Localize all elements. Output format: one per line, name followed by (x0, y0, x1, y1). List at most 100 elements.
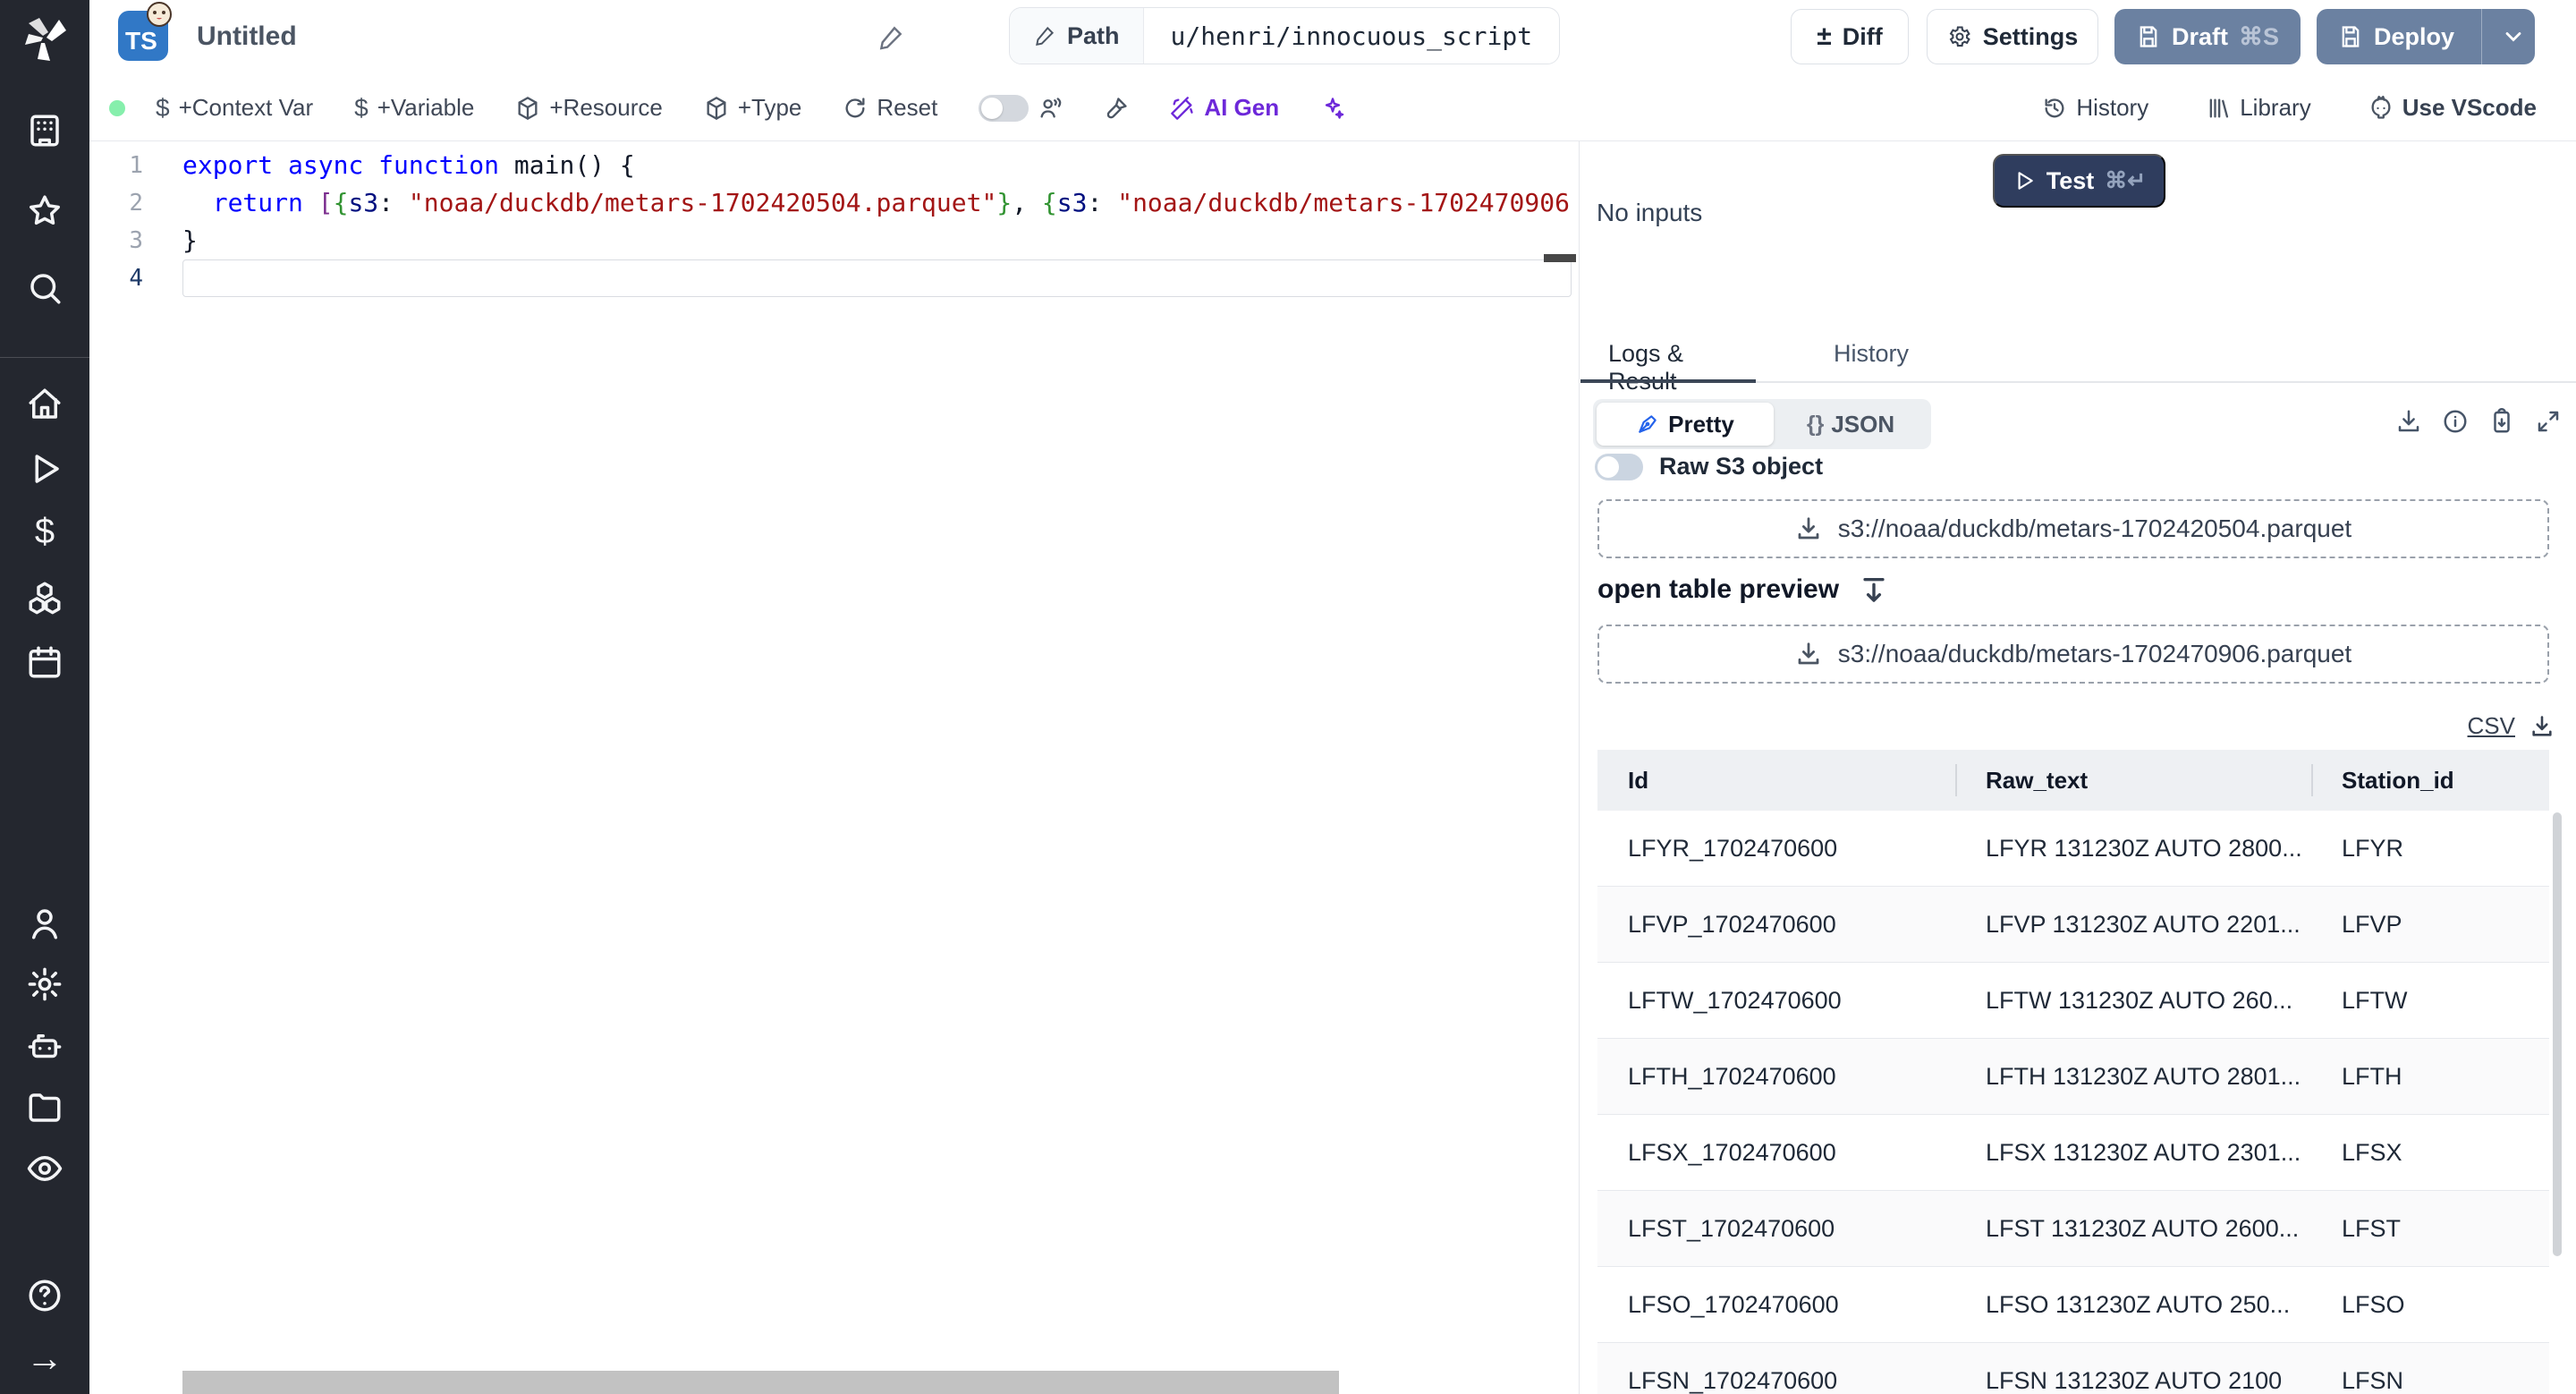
code-content[interactable]: export async function main() { return [{… (182, 147, 1572, 297)
s3-file-download-button[interactable]: s3://noaa/duckdb/metars-1702420504.parqu… (1597, 499, 2549, 558)
path-field[interactable]: Path u/henri/innocuous_script (1009, 7, 1561, 64)
add-context-var-button[interactable]: $ +Context Var (156, 94, 313, 123)
pretty-view-button[interactable]: Pretty (1597, 403, 1774, 446)
format-brush-button[interactable] (1104, 96, 1129, 121)
users-person-icon[interactable] (23, 902, 66, 945)
table-row[interactable]: LFSO_1702470600 LFSO 131230Z AUTO 250... L… (1597, 1267, 2549, 1343)
table-row[interactable]: LFST_1702470600 LFST 131230Z AUTO 2600...… (1597, 1191, 2549, 1267)
path-value[interactable]: u/henri/innocuous_script (1144, 8, 1560, 64)
edit-title-pencil-icon[interactable] (877, 23, 905, 52)
add-type-button[interactable]: +Type (704, 94, 801, 122)
dollar-icon: $ (354, 93, 369, 122)
save-icon (2342, 26, 2360, 47)
bun-runtime-icon (145, 0, 174, 29)
expand-fullscreen-icon[interactable] (2535, 408, 2562, 435)
horizontal-scrollbar[interactable] (182, 1371, 1339, 1394)
table-cell: LFSO_1702470600 (1628, 1290, 1839, 1318)
settings-button[interactable]: Settings (1927, 9, 2098, 64)
help-question-icon[interactable] (23, 1274, 66, 1317)
reset-button[interactable]: Reset (843, 94, 937, 122)
download-icon[interactable] (2529, 714, 2555, 739)
home-icon[interactable] (23, 383, 66, 426)
download-icon[interactable] (2395, 408, 2422, 435)
dollar-icon: $ (156, 93, 170, 122)
result-action-icons (2395, 408, 2562, 435)
line-number: 4 (129, 265, 143, 292)
audit-logs-eye-icon[interactable] (23, 1147, 66, 1190)
table-row[interactable]: LFTH_1702470600 LFTH 131230Z AUTO 2801...… (1597, 1039, 2549, 1115)
deploy-button[interactable]: Deploy (2317, 9, 2535, 64)
tab-history[interactable]: History (1832, 340, 1911, 381)
code-line[interactable]: export async function main() { (182, 147, 1572, 184)
column-header-station-id[interactable]: Station_id (2311, 767, 2549, 795)
folders-icon[interactable] (23, 1086, 66, 1129)
json-view-button[interactable]: {} JSON (1774, 411, 1928, 438)
info-icon[interactable] (2442, 408, 2469, 435)
column-header-id[interactable]: Id (1597, 767, 1955, 795)
table-row[interactable]: LFSX_1702470600 LFSX 131230Z AUTO 2301...… (1597, 1115, 2549, 1191)
table-cell: LFSO (2342, 1290, 2405, 1318)
code-editor[interactable]: 1 2 3 4 export async function main() { retu… (89, 141, 1580, 1394)
library-button[interactable]: Library (2206, 94, 2311, 122)
code-line[interactable] (182, 259, 1572, 297)
code-line[interactable]: } (182, 222, 1572, 259)
ai-gen-button[interactable]: AI Gen (1170, 94, 1279, 122)
open-table-preview-row[interactable]: open table preview (1597, 574, 1889, 605)
s3-file-download-button[interactable]: s3://noaa/duckdb/metars-1702470906.parqu… (1597, 625, 2549, 684)
collab-switch-off[interactable] (979, 94, 1030, 122)
script-title: Untitled (197, 21, 297, 51)
settings-gear-icon[interactable] (23, 963, 66, 1006)
schedules-calendar-icon[interactable] (23, 641, 66, 684)
sparkles-icon (1325, 97, 1344, 119)
table-row[interactable]: LFSN_1702470600 LFSN 131230Z AUTO 2100 LFS… (1597, 1343, 2549, 1394)
use-vscode-button[interactable]: Use VScode (2368, 94, 2537, 122)
deploy-dropdown-caret[interactable] (2493, 9, 2535, 64)
vertical-scrollbar-thumb[interactable] (2553, 812, 2562, 1256)
arrow-down-from-line-icon (1863, 577, 1885, 602)
csv-download-link[interactable]: CSV (2468, 712, 2515, 740)
table-row[interactable]: LFYR_1702470600 LFYR 131230Z AUTO 2800...… (1597, 811, 2549, 887)
editor-toolbar: $ +Context Var $ +Variable +Resource +Ty… (89, 75, 2576, 141)
runs-play-icon[interactable] (23, 447, 66, 490)
search-icon[interactable] (23, 267, 66, 310)
clipboard-copy-icon[interactable] (2488, 408, 2515, 435)
sidebar-divider (0, 357, 89, 358)
code-line[interactable]: return [{s3: "noaa/duckdb/metars-1702420… (182, 184, 1572, 222)
result-tabs: Logs & Result History (1580, 340, 2576, 395)
github-cat-icon (2371, 95, 2391, 119)
people-icon (1040, 97, 1062, 117)
test-run-button[interactable]: Test ⌘↵ (1993, 154, 2165, 208)
workspace-building-icon[interactable] (23, 109, 66, 152)
no-inputs-text: No inputs (1597, 199, 1703, 226)
diff-button[interactable]: ± Diff (1791, 9, 1909, 64)
collab-toggle[interactable] (979, 94, 1063, 122)
app-sidebar: $ → (0, 0, 89, 1394)
refresh-icon (845, 97, 865, 117)
raw-s3-switch-off[interactable] (1595, 453, 1643, 480)
table-body: LFYR_1702470600 LFYR 131230Z AUTO 2800...… (1597, 811, 2549, 1394)
add-variable-button[interactable]: $ +Variable (354, 94, 474, 123)
table-header: Id Raw_text Station_id (1597, 750, 2549, 811)
paintbrush-icon (1107, 97, 1127, 118)
add-resource-button[interactable]: +Resource (515, 94, 663, 122)
expand-sidebar-arrow-icon[interactable]: → (23, 1337, 66, 1380)
history-button[interactable]: History (2042, 94, 2148, 122)
resources-cubes-icon[interactable] (23, 576, 66, 619)
favorites-star-icon[interactable] (23, 190, 66, 233)
table-row[interactable]: LFVP_1702470600 LFVP 131230Z AUTO 2201...… (1597, 887, 2549, 963)
column-header-raw-text[interactable]: Raw_text (1955, 767, 2311, 795)
table-cell: LFVP (2342, 910, 2402, 938)
raw-s3-toggle-row: Raw S3 object (1595, 453, 1823, 480)
ai-sparkles-button[interactable] (1320, 96, 1345, 121)
overview-ruler-marker (1544, 254, 1576, 262)
play-icon (2018, 172, 2033, 190)
tab-logs-result[interactable]: Logs & Result (1580, 340, 1756, 395)
windmill-logo-icon[interactable] (20, 14, 70, 64)
pencil-icon (1036, 26, 1055, 46)
workers-robot-icon[interactable] (23, 1025, 66, 1068)
windmill-script-editor: $ → TS Untitled Path u/henri/innocuous_s… (0, 0, 2576, 1394)
variables-dollar-icon[interactable]: $ (23, 510, 66, 553)
table-row[interactable]: LFTW_1702470600 LFTW 131230Z AUTO 260... L… (1597, 963, 2549, 1039)
save-draft-button[interactable]: Draft ⌘S (2114, 9, 2301, 64)
table-cell: LFYR (2342, 834, 2404, 862)
